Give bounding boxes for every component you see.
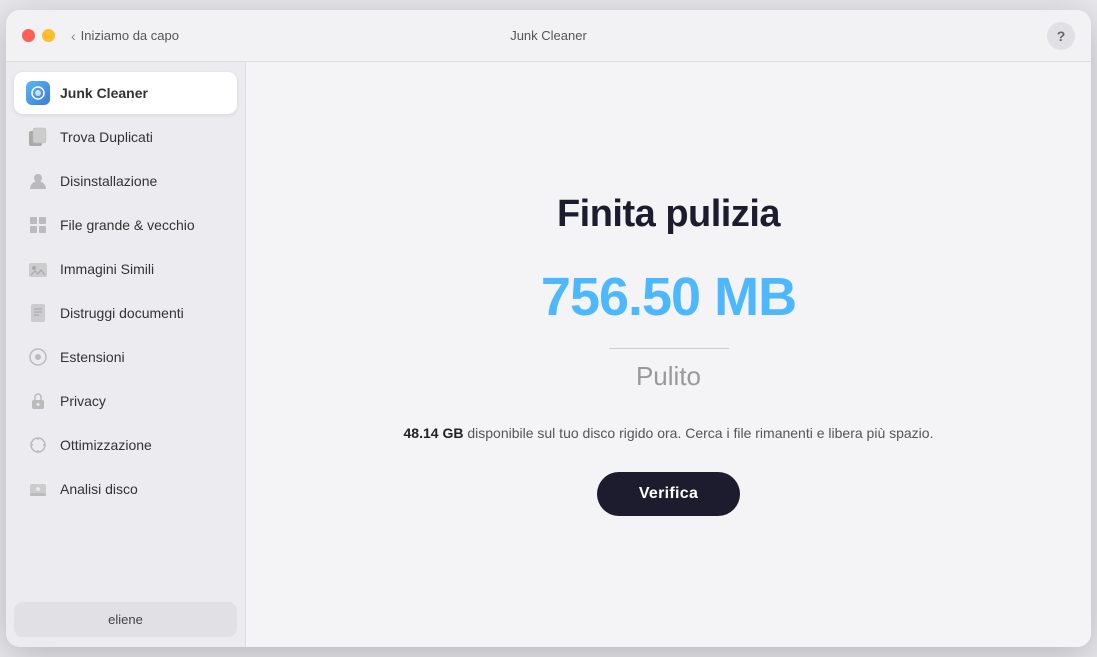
sidebar-item-immagini-simili[interactable]: Immagini Simili xyxy=(14,248,237,290)
traffic-lights xyxy=(22,29,55,42)
sidebar-item-disinstallazione[interactable]: Disinstallazione xyxy=(14,160,237,202)
sidebar-item-trova-duplicati[interactable]: Trova Duplicati xyxy=(14,116,237,158)
sidebar-item-ottimizzazione[interactable]: Ottimizzazione xyxy=(14,424,237,466)
sidebar-item-label: File grande & vecchio xyxy=(60,217,195,233)
immagini-simili-icon xyxy=(26,257,50,281)
estensioni-icon xyxy=(26,345,50,369)
sidebar-item-distruggi-documenti[interactable]: Distruggi documenti xyxy=(14,292,237,334)
sidebar-item-file-grande[interactable]: File grande & vecchio xyxy=(14,204,237,246)
info-text: disponibile sul tuo disco rigido ora. Ce… xyxy=(467,425,933,441)
privacy-icon xyxy=(26,389,50,413)
sidebar-item-label: Estensioni xyxy=(60,349,125,365)
app-window: ‹ Iniziamo da capo Junk Cleaner ? Junk C… xyxy=(6,10,1091,647)
junk-cleaner-icon xyxy=(26,81,50,105)
breadcrumb[interactable]: ‹ Iniziamo da capo xyxy=(71,28,179,44)
verify-button[interactable]: Verifica xyxy=(597,472,740,516)
result-size: 756.50 MB xyxy=(541,266,796,328)
sidebar-item-label: Distruggi documenti xyxy=(60,305,184,321)
help-button[interactable]: ? xyxy=(1047,22,1075,50)
result-title: Finita pulizia xyxy=(557,193,780,236)
sidebar-item-analisi-disco[interactable]: Analisi disco xyxy=(14,468,237,510)
sidebar-item-label: Disinstallazione xyxy=(60,173,157,189)
file-grande-icon xyxy=(26,213,50,237)
result-label: Pulito xyxy=(636,361,701,392)
breadcrumb-label: Iniziamo da capo xyxy=(81,28,179,43)
sidebar-item-label: Analisi disco xyxy=(60,481,138,497)
titlebar: ‹ Iniziamo da capo Junk Cleaner ? xyxy=(6,10,1091,62)
sidebar-item-privacy[interactable]: Privacy xyxy=(14,380,237,422)
ottimizzazione-icon xyxy=(26,433,50,457)
window-title: Junk Cleaner xyxy=(510,28,587,43)
analisi-disco-icon xyxy=(26,477,50,501)
disk-space-value: 48.14 GB xyxy=(404,425,464,441)
sidebar-item-label: Immagini Simili xyxy=(60,261,154,277)
main-layout: Junk Cleaner Trova Duplicati xyxy=(6,62,1091,647)
sidebar-item-estensioni[interactable]: Estensioni xyxy=(14,336,237,378)
result-divider xyxy=(609,348,729,349)
close-button[interactable] xyxy=(22,29,35,42)
sidebar-spacer xyxy=(14,512,237,602)
trova-duplicati-icon xyxy=(26,125,50,149)
sidebar-item-label: Trova Duplicati xyxy=(60,129,153,145)
sidebar-item-label: Privacy xyxy=(60,393,106,409)
result-info: 48.14 GB disponibile sul tuo disco rigid… xyxy=(404,422,934,444)
sidebar-item-label: Junk Cleaner xyxy=(60,85,148,101)
minimize-button[interactable] xyxy=(42,29,55,42)
breadcrumb-arrow-icon: ‹ xyxy=(71,28,76,44)
content-area: Finita pulizia 756.50 MB Pulito 48.14 GB… xyxy=(246,62,1091,647)
sidebar: Junk Cleaner Trova Duplicati xyxy=(6,62,246,647)
sidebar-item-junk-cleaner[interactable]: Junk Cleaner xyxy=(14,72,237,114)
disinstallazione-icon xyxy=(26,169,50,193)
sidebar-user[interactable]: eliene xyxy=(14,602,237,637)
sidebar-item-label: Ottimizzazione xyxy=(60,437,152,453)
distruggi-documenti-icon xyxy=(26,301,50,325)
